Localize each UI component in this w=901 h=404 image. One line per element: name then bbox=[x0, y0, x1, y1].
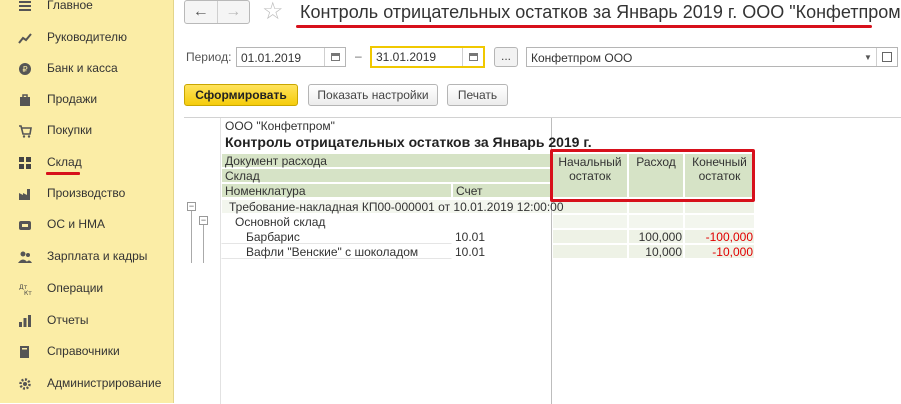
sidebar-item-label: Продажи bbox=[47, 92, 98, 106]
sidebar-item-label: Справочники bbox=[47, 344, 120, 358]
menu-icon bbox=[19, 1, 31, 11]
period-select-button[interactable]: ... bbox=[494, 47, 518, 67]
calendar-icon[interactable] bbox=[324, 48, 345, 66]
bar-chart-icon bbox=[19, 315, 31, 327]
row-account: 10.01 bbox=[455, 245, 486, 259]
sidebar-item-label: Операции bbox=[47, 281, 104, 295]
sidebar-item-salary[interactable]: Зарплата и кадры bbox=[0, 245, 173, 269]
history-nav: ← → bbox=[184, 0, 250, 24]
sidebar-item-label: Склад bbox=[47, 155, 82, 169]
sidebar-item-production[interactable]: Производство bbox=[0, 182, 173, 206]
group-wh-cell bbox=[628, 214, 684, 229]
organization-value: Конфетпром ООО bbox=[531, 51, 633, 65]
group-doc-label[interactable]: Требование-накладная КП00-000001 от 10.0… bbox=[229, 200, 564, 215]
shopping-bag-icon bbox=[20, 94, 30, 106]
report-area: ООО "Конфетпром" Контроль отрицательных … bbox=[184, 117, 901, 404]
row-item[interactable]: Барбарис bbox=[246, 230, 300, 245]
sidebar-item-admin[interactable]: Администрирование bbox=[0, 372, 173, 396]
header-warehouse: Склад bbox=[221, 168, 551, 183]
sidebar-item-warehouse[interactable]: Склад bbox=[0, 151, 173, 175]
svg-text:Кт: Кт bbox=[24, 290, 32, 296]
sidebar-item-reports[interactable]: Отчеты bbox=[0, 309, 173, 333]
row-end-value: -10,000 bbox=[712, 245, 753, 259]
annotation-highlight-box bbox=[550, 149, 755, 202]
sidebar-item-label: Банк и касса bbox=[47, 61, 118, 75]
sidebar-item-main[interactable]: Главное bbox=[0, 0, 173, 18]
sidebar-item-bank[interactable]: ₽ Банк и касса bbox=[0, 57, 173, 81]
period-label: Период: bbox=[186, 50, 232, 64]
open-icon[interactable] bbox=[876, 48, 897, 66]
print-button[interactable]: Печать bbox=[447, 84, 508, 106]
chevron-down-icon[interactable]: ▼ bbox=[861, 48, 875, 66]
coin-icon: ₽ bbox=[19, 63, 31, 75]
row-account: 10.01 bbox=[455, 230, 486, 244]
title-annotation-underline bbox=[296, 25, 872, 28]
sidebar-item-label: Покупки bbox=[47, 123, 93, 137]
sidebar-item-label: Производство bbox=[47, 186, 126, 200]
favorite-star-icon[interactable]: ☆ bbox=[262, 0, 284, 26]
date-from-field[interactable]: 01.01.2019 bbox=[236, 47, 346, 67]
warehouse-grid-icon bbox=[19, 157, 31, 169]
active-underline bbox=[46, 172, 80, 175]
group-warehouse-label[interactable]: Основной склад bbox=[235, 215, 325, 230]
tree-line bbox=[191, 211, 192, 263]
period-dash: – bbox=[355, 49, 362, 63]
sidebar-item-sales[interactable]: Продажи bbox=[0, 88, 173, 112]
forward-button[interactable]: → bbox=[216, 1, 250, 23]
report-title: Контроль отрицательных остатков за Январ… bbox=[225, 134, 592, 150]
report-organization: ООО "Конфетпром" bbox=[225, 119, 335, 133]
generate-button[interactable]: Сформировать bbox=[184, 84, 298, 106]
calendar-icon[interactable] bbox=[462, 48, 483, 66]
sidebar-item-assets[interactable]: ОС и НМА bbox=[0, 213, 173, 237]
svg-text:₽: ₽ bbox=[22, 65, 27, 74]
row-expense-value: 100,000 bbox=[638, 230, 682, 244]
gear-icon bbox=[19, 378, 31, 390]
sidebar-item-operations[interactable]: Дт Кт Операции bbox=[0, 277, 173, 301]
people-icon bbox=[18, 251, 32, 263]
back-button[interactable]: ← bbox=[185, 1, 217, 23]
header-account: Счет bbox=[452, 183, 551, 198]
collapse-toggle[interactable]: − bbox=[187, 202, 196, 211]
date-to-value: 31.01.2019 bbox=[376, 50, 437, 64]
date-to-field[interactable]: 31.01.2019 bbox=[370, 46, 485, 68]
factory-icon bbox=[19, 189, 30, 200]
row-start-value bbox=[552, 245, 626, 259]
row-end-value: -100,000 bbox=[705, 230, 753, 244]
group-wh-cell bbox=[684, 214, 755, 229]
row-start-value bbox=[552, 230, 626, 244]
dt-kt-icon: ДтКт bbox=[19, 284, 32, 296]
sidebar-item-label: Зарплата и кадры bbox=[47, 249, 148, 263]
sidebar-item-label: Отчеты bbox=[47, 313, 89, 327]
chart-line-icon bbox=[18, 33, 32, 44]
assets-icon bbox=[19, 221, 31, 230]
header-item: Номенклатура bbox=[221, 183, 452, 198]
sidebar-item-catalogs[interactable]: Справочники bbox=[0, 340, 173, 364]
books-icon bbox=[20, 346, 29, 358]
sidebar-item-label: Руководителю bbox=[47, 30, 128, 44]
page-title: Контроль отрицательных остатков за Январ… bbox=[300, 2, 901, 22]
sidebar-item-label: ОС и НМА bbox=[47, 217, 106, 231]
row-item[interactable]: Вафли "Венские" с шоколадом bbox=[246, 245, 418, 260]
date-from-value: 01.01.2019 bbox=[241, 51, 302, 65]
sidebar-item-purchases[interactable]: Покупки bbox=[0, 119, 173, 143]
sidebar: Главное Руководителю ₽ Банк и касса Прод… bbox=[0, 0, 174, 403]
sidebar-item-manager[interactable]: Руководителю bbox=[0, 26, 173, 50]
sidebar-item-label: Главное bbox=[47, 0, 93, 12]
header-doc: Документ расхода bbox=[221, 153, 551, 168]
sidebar-item-label: Администрирование bbox=[47, 376, 162, 390]
row-expense-value: 10,000 bbox=[645, 245, 682, 259]
tree-line bbox=[203, 225, 204, 263]
collapse-toggle[interactable]: − bbox=[199, 216, 208, 225]
group-wh-cell bbox=[552, 214, 628, 229]
organization-field[interactable]: Конфетпром ООО ▼ bbox=[526, 47, 898, 67]
cart-icon bbox=[19, 125, 32, 138]
show-settings-button[interactable]: Показать настройки bbox=[308, 84, 438, 106]
